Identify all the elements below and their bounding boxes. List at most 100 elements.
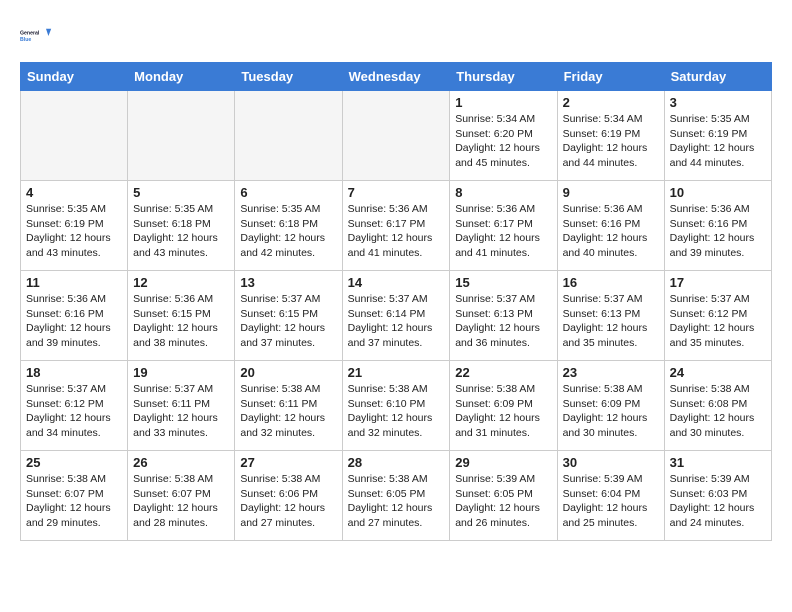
day-detail: Sunrise: 5:36 AM Sunset: 6:16 PM Dayligh…	[563, 202, 659, 261]
calendar-cell: 9 Sunrise: 5:36 AM Sunset: 6:16 PM Daylig…	[557, 181, 664, 271]
day-detail: Sunrise: 5:38 AM Sunset: 6:07 PM Dayligh…	[26, 472, 122, 531]
day-detail: Sunrise: 5:39 AM Sunset: 6:04 PM Dayligh…	[563, 472, 659, 531]
day-number: 24	[670, 365, 766, 380]
day-detail: Sunrise: 5:36 AM Sunset: 6:17 PM Dayligh…	[348, 202, 445, 261]
week-row: 1 Sunrise: 5:34 AM Sunset: 6:20 PM Daylig…	[21, 91, 772, 181]
calendar-cell: 6 Sunrise: 5:35 AM Sunset: 6:18 PM Daylig…	[235, 181, 342, 271]
day-number: 2	[563, 95, 659, 110]
calendar-table: SundayMondayTuesdayWednesdayThursdayFrid…	[20, 62, 772, 541]
day-number: 28	[348, 455, 445, 470]
day-detail: Sunrise: 5:38 AM Sunset: 6:10 PM Dayligh…	[348, 382, 445, 441]
day-number: 20	[240, 365, 336, 380]
day-number: 17	[670, 275, 766, 290]
calendar-cell: 19 Sunrise: 5:37 AM Sunset: 6:11 PM Dayli…	[128, 361, 235, 451]
calendar-cell: 16 Sunrise: 5:37 AM Sunset: 6:13 PM Dayli…	[557, 271, 664, 361]
calendar-cell: 22 Sunrise: 5:38 AM Sunset: 6:09 PM Dayli…	[450, 361, 557, 451]
day-number: 19	[133, 365, 229, 380]
day-number: 14	[348, 275, 445, 290]
calendar-cell: 24 Sunrise: 5:38 AM Sunset: 6:08 PM Dayli…	[664, 361, 771, 451]
day-number: 31	[670, 455, 766, 470]
day-number: 13	[240, 275, 336, 290]
weekday-header: Saturday	[664, 63, 771, 91]
day-number: 1	[455, 95, 551, 110]
calendar-cell: 26Sunrise: 5:38 AM Sunset: 6:07 PM Dayli…	[128, 451, 235, 541]
day-number: 16	[563, 275, 659, 290]
weekday-header: Monday	[128, 63, 235, 91]
day-number: 7	[348, 185, 445, 200]
day-number: 4	[26, 185, 122, 200]
day-number: 30	[563, 455, 659, 470]
logo: GeneralBlue	[20, 20, 52, 52]
svg-text:Blue: Blue	[20, 37, 31, 43]
day-number: 10	[670, 185, 766, 200]
day-detail: Sunrise: 5:37 AM Sunset: 6:15 PM Dayligh…	[240, 292, 336, 351]
day-detail: Sunrise: 5:38 AM Sunset: 6:07 PM Dayligh…	[133, 472, 229, 531]
day-number: 22	[455, 365, 551, 380]
day-detail: Sunrise: 5:38 AM Sunset: 6:05 PM Dayligh…	[348, 472, 445, 531]
week-row: 11 Sunrise: 5:36 AM Sunset: 6:16 PM Dayli…	[21, 271, 772, 361]
day-number: 3	[670, 95, 766, 110]
day-number: 9	[563, 185, 659, 200]
calendar-cell: 29 Sunrise: 5:39 AM Sunset: 6:05 PM Dayli…	[450, 451, 557, 541]
day-detail: Sunrise: 5:37 AM Sunset: 6:14 PM Dayligh…	[348, 292, 445, 351]
day-detail: Sunrise: 5:37 AM Sunset: 6:13 PM Dayligh…	[563, 292, 659, 351]
calendar-cell: 7 Sunrise: 5:36 AM Sunset: 6:17 PM Daylig…	[342, 181, 450, 271]
day-detail: Sunrise: 5:36 AM Sunset: 6:17 PM Dayligh…	[455, 202, 551, 261]
calendar-cell: 15 Sunrise: 5:37 AM Sunset: 6:13 PM Dayli…	[450, 271, 557, 361]
week-row: 18 Sunrise: 5:37 AM Sunset: 6:12 PM Dayli…	[21, 361, 772, 451]
day-number: 21	[348, 365, 445, 380]
calendar-cell: 25 Sunrise: 5:38 AM Sunset: 6:07 PM Dayli…	[21, 451, 128, 541]
weekday-header-row: SundayMondayTuesdayWednesdayThursdayFrid…	[21, 63, 772, 91]
logo-icon: GeneralBlue	[20, 20, 52, 52]
calendar-cell: 28 Sunrise: 5:38 AM Sunset: 6:05 PM Dayli…	[342, 451, 450, 541]
day-detail: Sunrise: 5:37 AM Sunset: 6:11 PM Dayligh…	[133, 382, 229, 441]
calendar-cell: 8 Sunrise: 5:36 AM Sunset: 6:17 PM Daylig…	[450, 181, 557, 271]
day-number: 6	[240, 185, 336, 200]
day-number: 18	[26, 365, 122, 380]
day-detail: Sunrise: 5:39 AM Sunset: 6:05 PM Dayligh…	[455, 472, 551, 531]
calendar-cell: 2 Sunrise: 5:34 AM Sunset: 6:19 PM Daylig…	[557, 91, 664, 181]
day-detail: Sunrise: 5:37 AM Sunset: 6:12 PM Dayligh…	[26, 382, 122, 441]
day-detail: Sunrise: 5:35 AM Sunset: 6:19 PM Dayligh…	[26, 202, 122, 261]
calendar-cell: 17Sunrise: 5:37 AM Sunset: 6:12 PM Dayli…	[664, 271, 771, 361]
day-detail: Sunrise: 5:35 AM Sunset: 6:19 PM Dayligh…	[670, 112, 766, 171]
day-detail: Sunrise: 5:36 AM Sunset: 6:16 PM Dayligh…	[670, 202, 766, 261]
calendar-cell: 4 Sunrise: 5:35 AM Sunset: 6:19 PM Daylig…	[21, 181, 128, 271]
day-number: 29	[455, 455, 551, 470]
calendar-cell	[235, 91, 342, 181]
calendar-cell: 5Sunrise: 5:35 AM Sunset: 6:18 PM Daylig…	[128, 181, 235, 271]
day-detail: Sunrise: 5:37 AM Sunset: 6:13 PM Dayligh…	[455, 292, 551, 351]
page-header: GeneralBlue	[20, 20, 772, 52]
day-number: 11	[26, 275, 122, 290]
calendar-cell: 30 Sunrise: 5:39 AM Sunset: 6:04 PM Dayli…	[557, 451, 664, 541]
weekday-header: Thursday	[450, 63, 557, 91]
week-row: 4 Sunrise: 5:35 AM Sunset: 6:19 PM Daylig…	[21, 181, 772, 271]
weekday-header: Tuesday	[235, 63, 342, 91]
calendar-cell	[21, 91, 128, 181]
weekday-header: Sunday	[21, 63, 128, 91]
calendar-cell: 20Sunrise: 5:38 AM Sunset: 6:11 PM Dayli…	[235, 361, 342, 451]
day-detail: Sunrise: 5:38 AM Sunset: 6:09 PM Dayligh…	[563, 382, 659, 441]
day-detail: Sunrise: 5:35 AM Sunset: 6:18 PM Dayligh…	[240, 202, 336, 261]
day-number: 25	[26, 455, 122, 470]
day-detail: Sunrise: 5:39 AM Sunset: 6:03 PM Dayligh…	[670, 472, 766, 531]
day-number: 5	[133, 185, 229, 200]
day-number: 12	[133, 275, 229, 290]
calendar-cell	[128, 91, 235, 181]
calendar-cell: 12Sunrise: 5:36 AM Sunset: 6:15 PM Dayli…	[128, 271, 235, 361]
day-detail: Sunrise: 5:36 AM Sunset: 6:16 PM Dayligh…	[26, 292, 122, 351]
day-detail: Sunrise: 5:38 AM Sunset: 6:06 PM Dayligh…	[240, 472, 336, 531]
calendar-cell: 11 Sunrise: 5:36 AM Sunset: 6:16 PM Dayli…	[21, 271, 128, 361]
calendar-cell: 10 Sunrise: 5:36 AM Sunset: 6:16 PM Dayli…	[664, 181, 771, 271]
day-detail: Sunrise: 5:38 AM Sunset: 6:08 PM Dayligh…	[670, 382, 766, 441]
day-number: 15	[455, 275, 551, 290]
day-detail: Sunrise: 5:34 AM Sunset: 6:20 PM Dayligh…	[455, 112, 551, 171]
day-number: 23	[563, 365, 659, 380]
calendar-cell: 1 Sunrise: 5:34 AM Sunset: 6:20 PM Daylig…	[450, 91, 557, 181]
calendar-cell: 31 Sunrise: 5:39 AM Sunset: 6:03 PM Dayli…	[664, 451, 771, 541]
calendar-cell: 13 Sunrise: 5:37 AM Sunset: 6:15 PM Dayli…	[235, 271, 342, 361]
week-row: 25 Sunrise: 5:38 AM Sunset: 6:07 PM Dayli…	[21, 451, 772, 541]
day-detail: Sunrise: 5:34 AM Sunset: 6:19 PM Dayligh…	[563, 112, 659, 171]
day-number: 8	[455, 185, 551, 200]
day-detail: Sunrise: 5:38 AM Sunset: 6:09 PM Dayligh…	[455, 382, 551, 441]
